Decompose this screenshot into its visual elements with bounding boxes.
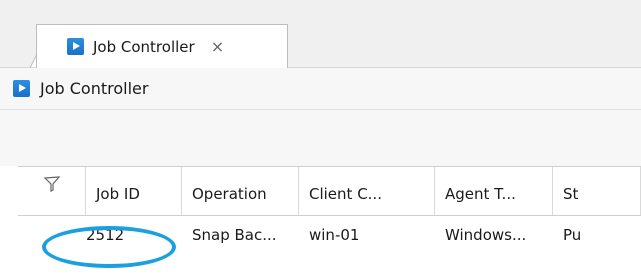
view-title-bar: Job Controller — [0, 68, 641, 110]
column-header-agent-type[interactable]: Agent T... — [435, 167, 553, 215]
tab-job-controller[interactable]: Job Controller × — [36, 24, 288, 68]
view-title: Job Controller — [40, 79, 149, 98]
toolbar-area — [0, 110, 641, 166]
close-icon[interactable]: × — [211, 37, 224, 56]
cell-client[interactable]: win-01 — [299, 226, 435, 244]
tab-label: Job Controller — [93, 37, 195, 56]
filter-icon[interactable] — [43, 175, 61, 193]
column-header-status[interactable]: St — [553, 167, 641, 215]
cell-operation[interactable]: Snap Bac... — [182, 226, 299, 244]
column-header-operation[interactable]: Operation — [182, 167, 299, 215]
job-table: Job ID Operation Client C... Agent T... … — [18, 166, 641, 254]
filter-cell[interactable] — [18, 167, 86, 215]
table-header: Job ID Operation Client C... Agent T... … — [18, 166, 641, 216]
tab-strip: Job Controller × — [0, 0, 641, 68]
cell-job-id[interactable]: 2512 — [86, 226, 182, 244]
column-header-client[interactable]: Client C... — [299, 167, 435, 215]
table-row[interactable]: 2512 Snap Bac... win-01 Windows... Pu — [18, 216, 641, 254]
column-header-job-id[interactable]: Job ID — [86, 167, 182, 215]
run-icon — [13, 80, 30, 97]
cell-agent-type[interactable]: Windows... — [435, 226, 553, 244]
cell-status[interactable]: Pu — [553, 226, 641, 244]
run-icon — [67, 38, 84, 55]
